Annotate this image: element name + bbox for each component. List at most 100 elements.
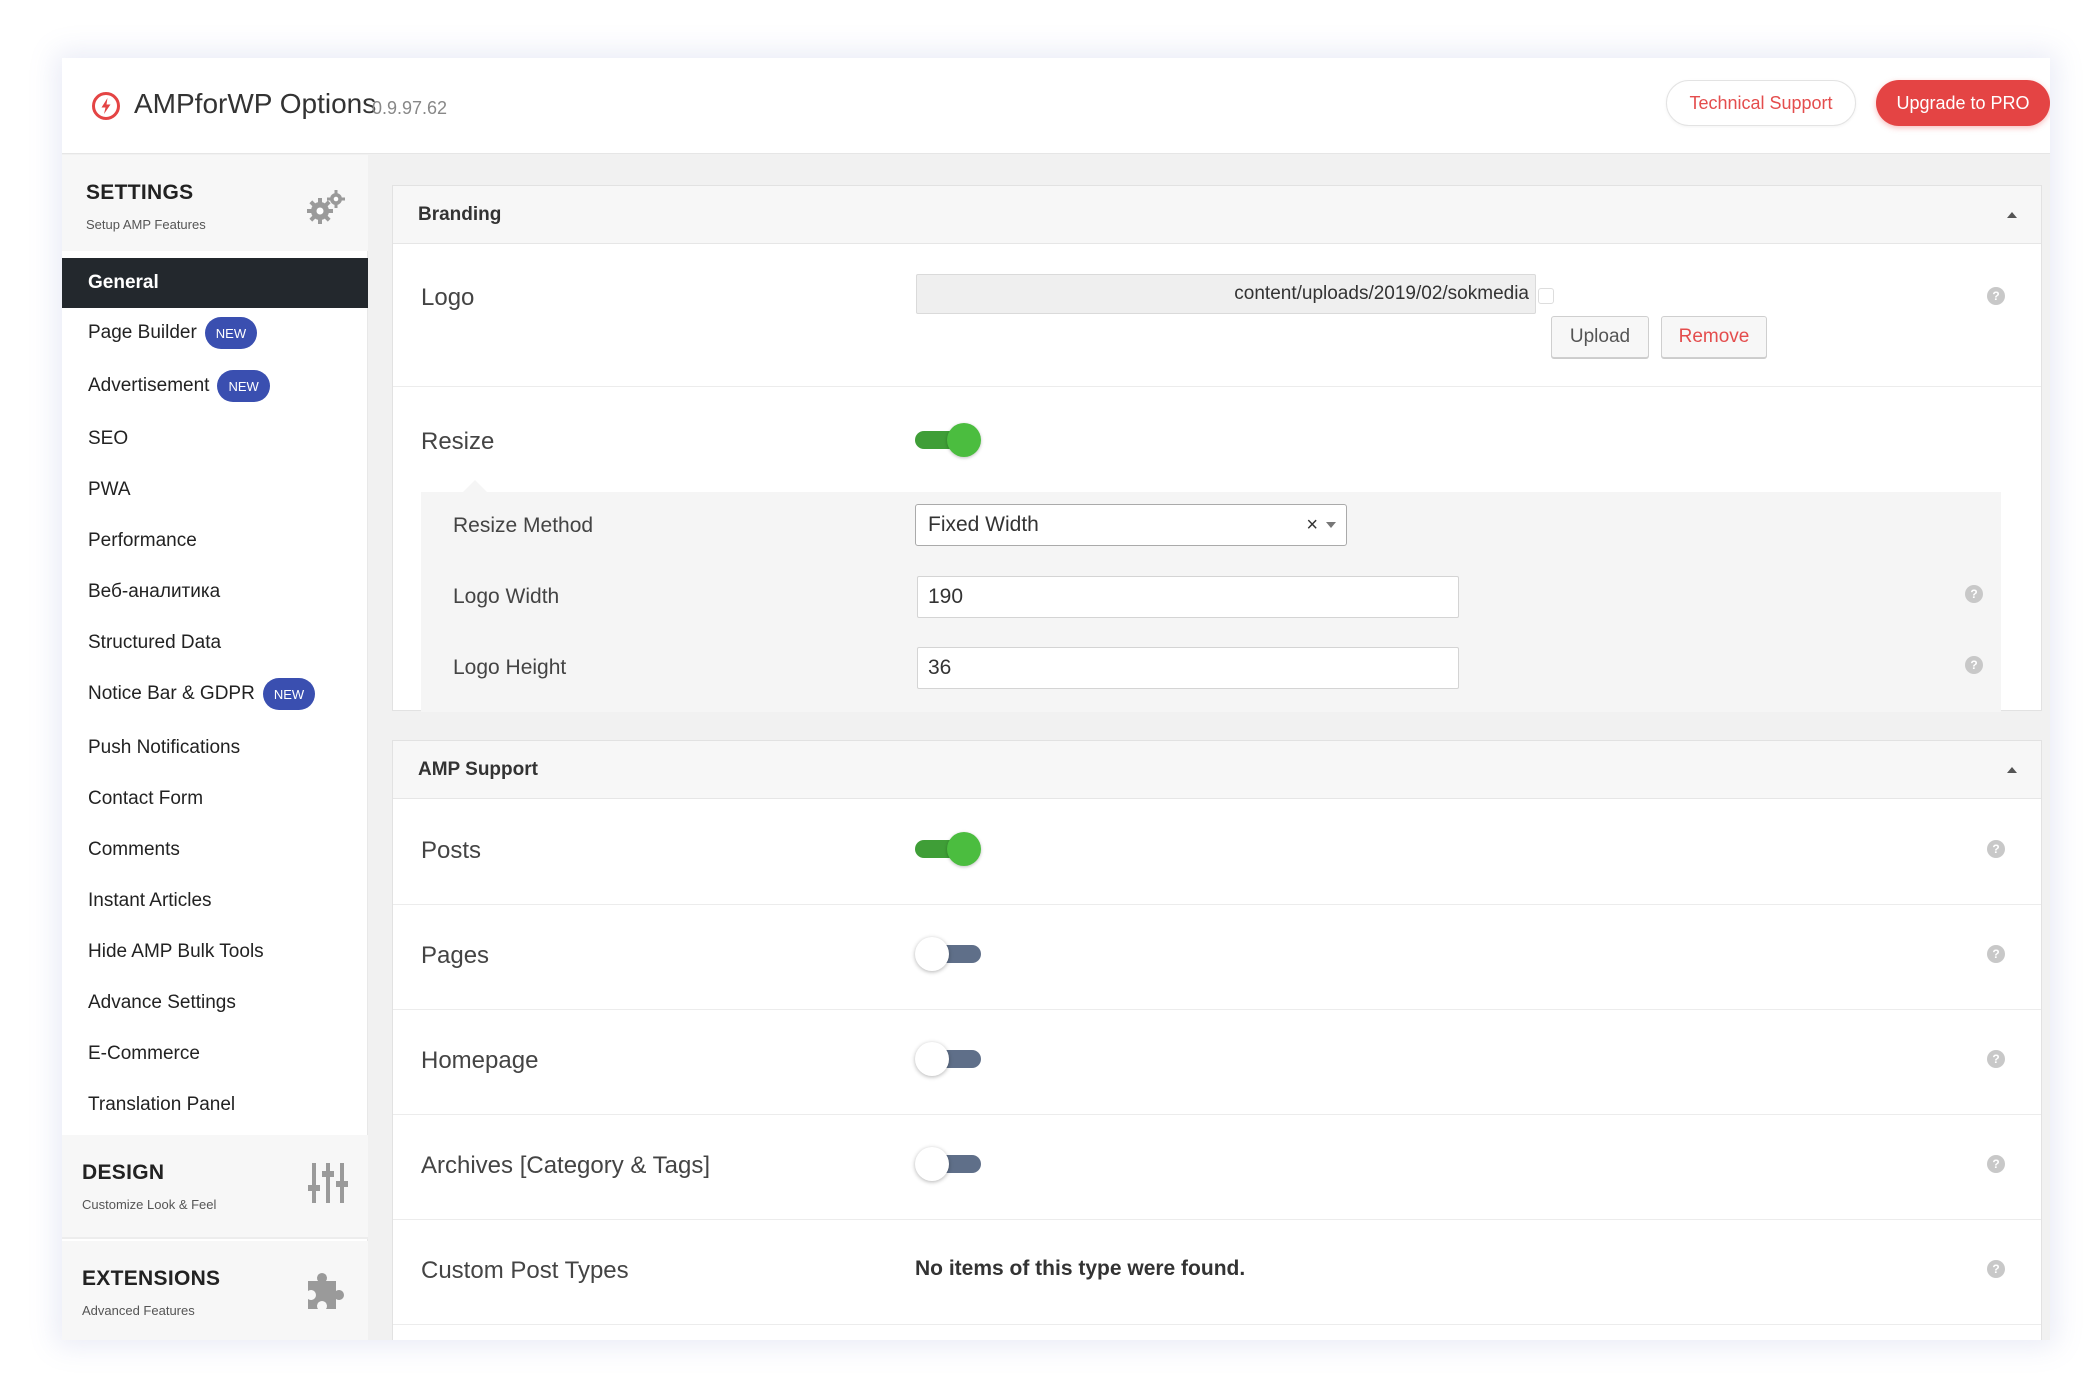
design-subtitle: Customize Look & Feel [82,1197,217,1212]
pages-help-icon[interactable]: ? [1987,945,2005,963]
logo-url-field[interactable]: content/uploads/2019/02/sokmedia [916,274,1536,314]
divider [393,1324,2041,1325]
sidebar-item-label: Translation Panel [88,1094,236,1115]
divider [393,1114,2041,1115]
resize-toggle[interactable] [915,423,981,457]
collapse-caret-icon[interactable] [2007,212,2017,218]
sidebar-section-design[interactable]: DESIGN Customize Look & Feel [62,1135,368,1239]
logo-height-label: Logo Height [453,656,567,679]
upgrade-to-pro-button[interactable]: Upgrade to PRO [1876,80,2050,126]
sidebar: SETTINGS Setup AMP Features General Page… [62,155,368,1340]
toggle-knob [947,832,981,866]
new-badge: NEW [217,370,270,402]
sidebar-item-label: Advance Settings [88,992,236,1013]
custom-post-types-help-icon[interactable]: ? [1987,1260,2005,1278]
archives-label: Archives [Category & Tags] [421,1152,711,1179]
sidebar-item-label: Contact Form [88,788,204,809]
sidebar-item-label: Hide AMP Bulk Tools [88,941,264,962]
sidebar-item-contact-form[interactable]: Contact Form [62,774,368,824]
sidebar-item-label: E-Commerce [88,1043,200,1064]
amp-support-title: AMP Support [418,759,538,780]
archives-toggle[interactable] [915,1147,981,1181]
homepage-label: Homepage [421,1047,539,1074]
sidebar-section-extensions[interactable]: EXTENSIONS Advanced Features [62,1241,368,1340]
custom-post-types-label: Custom Post Types [421,1257,629,1284]
gears-icon [307,190,345,224]
sidebar-item-label: General [88,272,159,293]
app-version: 0.9.97.62 [372,98,448,118]
collapse-caret-icon[interactable] [2007,767,2017,773]
sidebar-item-label: Page Builder [88,322,197,343]
sidebar-item-page-builder[interactable]: Page Builder NEW [62,308,368,358]
resize-method-value: Fixed Width [928,513,1039,536]
logo-width-label: Logo Width [453,585,560,608]
sidebar-item-general[interactable]: General [62,258,368,308]
sidebar-item-advertisement[interactable]: Advertisement NEW [62,361,368,411]
logo-width-help-icon[interactable]: ? [1965,585,1983,603]
sidebar-item-translation-panel[interactable]: Translation Panel [62,1080,368,1130]
divider [393,1219,2041,1220]
sidebar-item-label: Push Notifications [88,737,241,758]
sidebar-item-label: PWA [88,479,131,500]
sidebar-item-instant-articles[interactable]: Instant Articles [62,876,368,926]
divider [393,904,2041,905]
extensions-subtitle: Advanced Features [82,1303,195,1318]
sidebar-item-structured-data[interactable]: Structured Data [62,618,368,668]
divider [393,1009,2041,1010]
archives-help-icon[interactable]: ? [1987,1155,2005,1173]
sidebar-item-performance[interactable]: Performance [62,516,368,566]
logo-width-input[interactable]: 190 [917,576,1459,618]
dropdown-arrow-icon[interactable] [1326,522,1336,528]
settings-subtitle: Setup AMP Features [86,217,206,232]
sliders-icon [308,1163,348,1203]
design-title: DESIGN [82,1161,165,1184]
branding-panel-header[interactable]: Branding [393,186,2041,244]
sub-options-pointer [463,480,487,492]
settings-title: SETTINGS [86,181,194,204]
resize-method-label: Resize Method [453,514,594,537]
logo-height-help-icon[interactable]: ? [1965,656,1983,674]
posts-help-icon[interactable]: ? [1987,840,2005,858]
logo-help-icon[interactable]: ? [1987,287,2005,305]
toggle-knob [915,1147,949,1181]
custom-post-types-empty-message: No items of this type were found. [915,1257,1246,1280]
sidebar-item-notice-bar-gdpr[interactable]: Notice Bar & GDPR NEW [62,669,368,719]
sidebar-item-label: Comments [88,839,180,860]
logo-height-input[interactable]: 36 [917,647,1459,689]
technical-support-button[interactable]: Technical Support [1666,80,1856,126]
branding-panel: Branding Logo content/uploads/2019/02/so… [392,185,2042,712]
sidebar-item-seo[interactable]: SEO [62,414,368,464]
options-window: AMPforWP Options 0.9.97.62 Technical Sup… [62,58,2050,1340]
app-title: AMPforWP Options [134,88,377,119]
sidebar-item-advance-settings[interactable]: Advance Settings [62,978,368,1028]
sidebar-item-label: SEO [88,428,129,449]
sidebar-item-label: Structured Data [88,632,222,653]
amp-support-panel: AMP Support Posts ? Pages ? Homepage ? A… [392,740,2042,1340]
pages-label: Pages [421,942,490,969]
resize-sub-options: Resize Method Fixed Width × Logo Width 1… [421,492,2001,712]
sidebar-item-push-notifications[interactable]: Push Notifications [62,723,368,773]
logo-checkbox[interactable] [1538,288,1554,304]
remove-button[interactable]: Remove [1661,316,1767,358]
sidebar-item-e-commerce[interactable]: E-Commerce [62,1029,368,1079]
clear-selection-icon[interactable]: × [1306,514,1318,537]
logo-label: Logo [421,284,475,311]
homepage-help-icon[interactable]: ? [1987,1050,2005,1068]
resize-method-select[interactable]: Fixed Width × [915,504,1347,546]
sidebar-section-settings[interactable]: SETTINGS Setup AMP Features [62,155,368,251]
new-badge: NEW [262,678,316,710]
homepage-toggle[interactable] [915,1042,981,1076]
sidebar-item-web-analytics[interactable]: Веб-аналитика [62,567,368,617]
new-badge: NEW [204,317,258,349]
sidebar-item-comments[interactable]: Comments [62,825,368,875]
amp-support-panel-header[interactable]: AMP Support [393,741,2041,799]
sidebar-item-pwa[interactable]: PWA [62,465,368,515]
options-header: AMPforWP Options 0.9.97.62 Technical Sup… [62,58,2050,154]
toggle-knob [947,423,981,457]
posts-toggle[interactable] [915,832,981,866]
pages-toggle[interactable] [915,937,981,971]
sidebar-item-hide-amp-bulk-tools[interactable]: Hide AMP Bulk Tools [62,927,368,977]
upload-button[interactable]: Upload [1551,316,1649,358]
main-content: Branding Logo content/uploads/2019/02/so… [368,155,2050,1340]
sidebar-item-label: Веб-аналитика [88,581,221,602]
